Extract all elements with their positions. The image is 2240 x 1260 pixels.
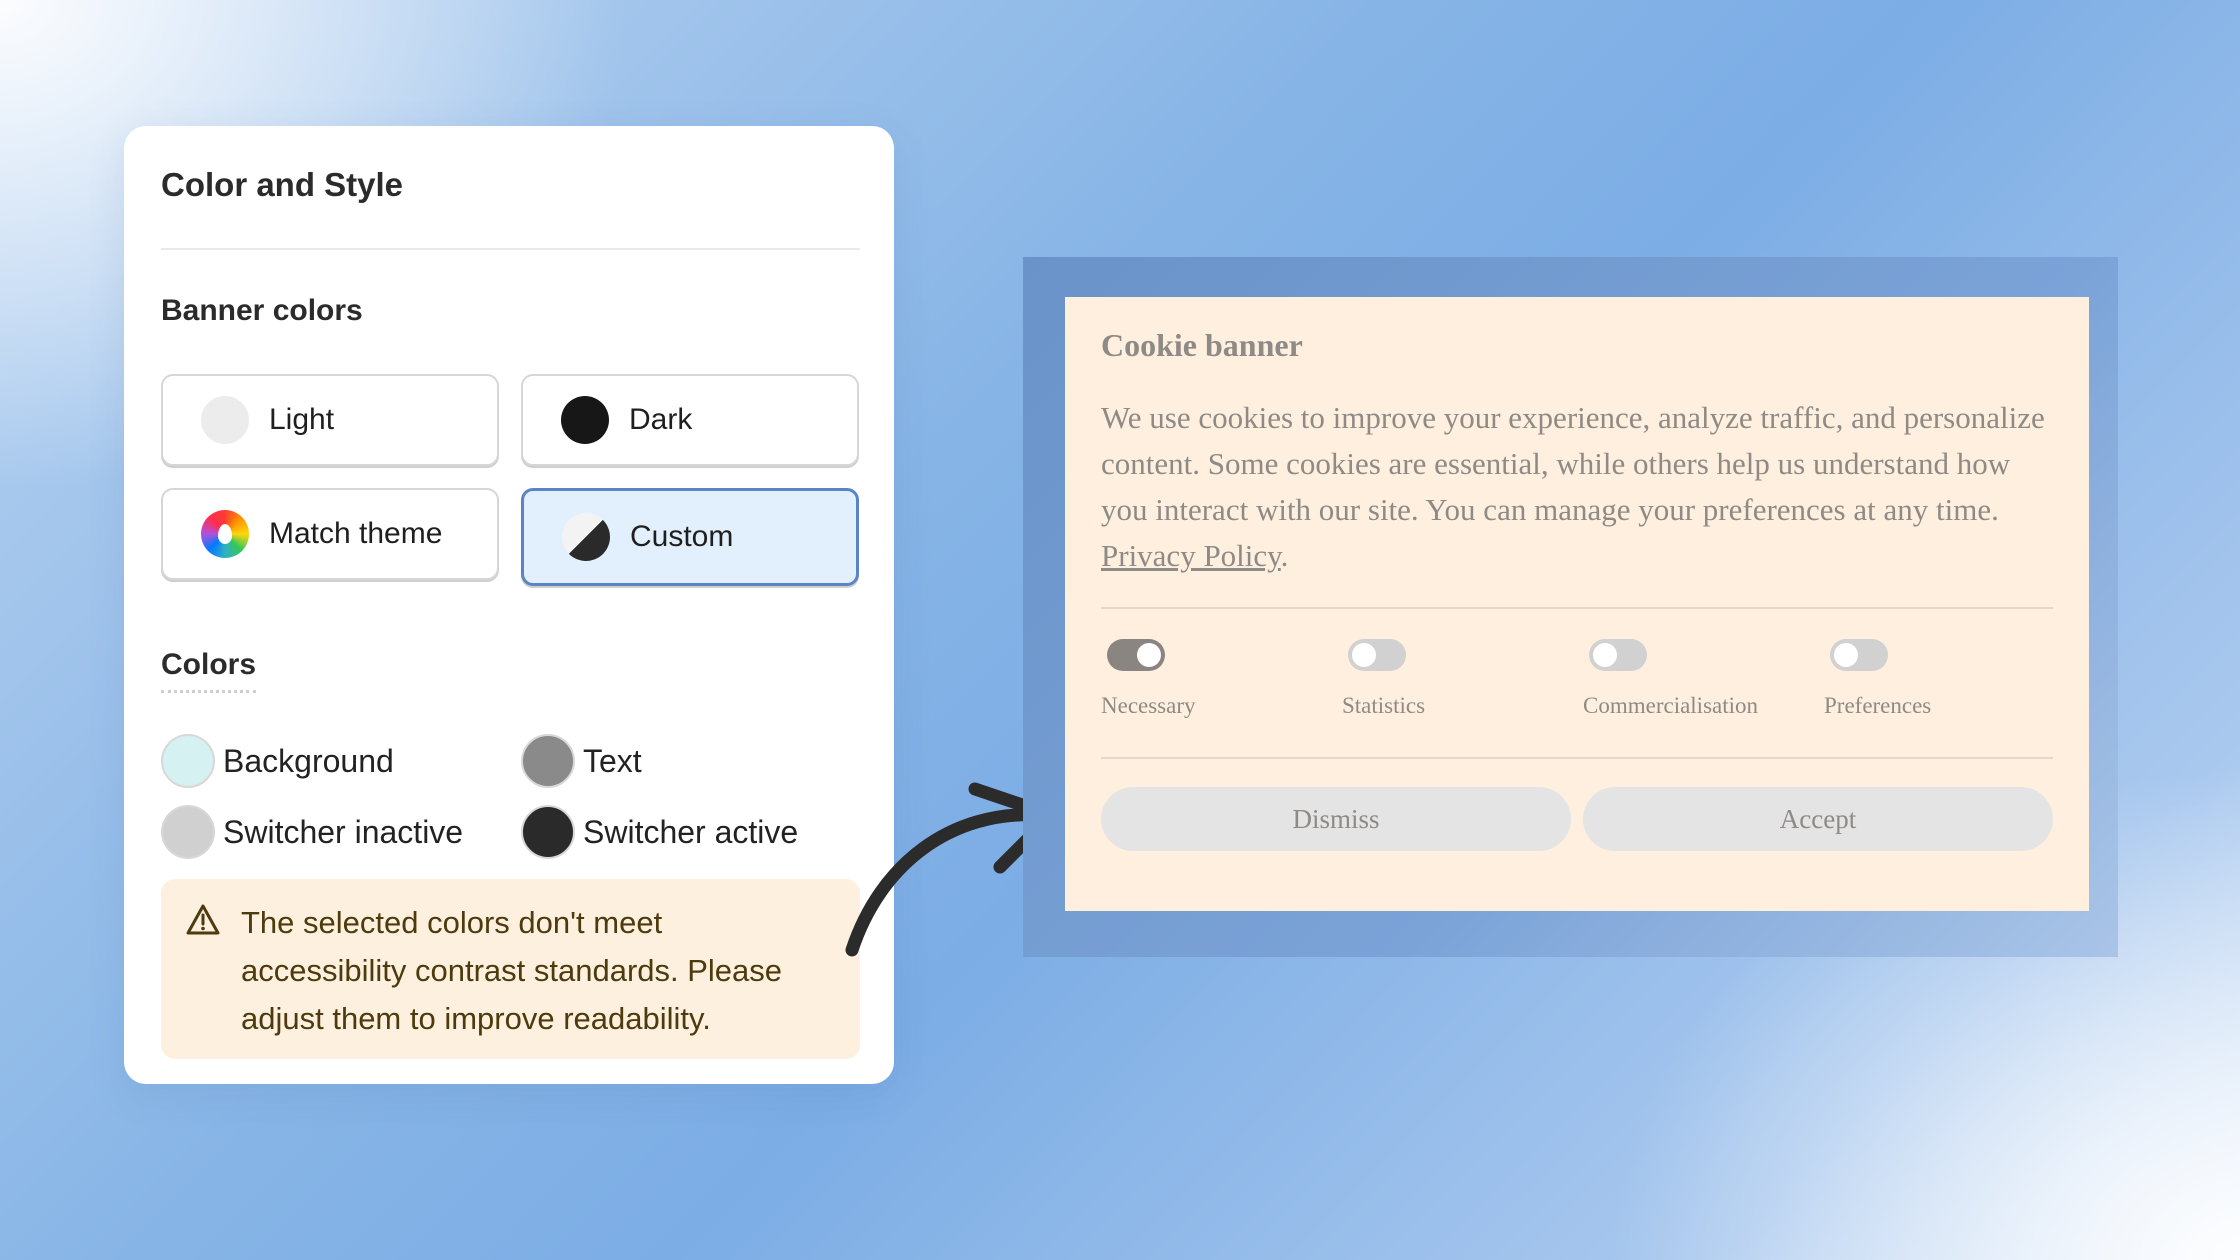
toggle-label-preferences: Preferences (1824, 693, 1932, 718)
banner-colors-title: Banner colors (161, 294, 363, 327)
text-swatch-icon[interactable] (521, 734, 575, 788)
warning-text: The selected colors don't meet accessibi… (241, 905, 783, 1036)
rainbow-swatch-icon (201, 510, 249, 558)
swatch-switcher-active-label: Switcher active (583, 813, 799, 850)
option-custom-label: Custom (630, 520, 734, 553)
toggle-switch-necessary[interactable] (1107, 639, 1165, 671)
option-light[interactable]: Light (161, 374, 499, 466)
toggle-necessary: Necessary (1101, 639, 1331, 719)
toggle-switch-statistics[interactable] (1348, 639, 1406, 671)
banner-title: Cookie banner (1101, 327, 1303, 363)
light-swatch-icon (201, 396, 249, 444)
option-dark[interactable]: Dark (521, 374, 859, 466)
swatch-switcher-active[interactable]: Switcher active (521, 805, 798, 859)
option-match-theme-label: Match theme (269, 517, 443, 550)
panel-title: Color and Style (161, 166, 404, 203)
banner-body-suffix: . (1280, 538, 1289, 573)
cookie-banner: Cookie banner We use cookies to improve … (1065, 297, 2089, 911)
banner-body: We use cookies to improve your experienc… (1101, 395, 2061, 579)
option-light-label: Light (269, 403, 335, 436)
color-style-panel: Color and Style Banner colors Light Dark… (124, 126, 894, 1084)
swatch-text-label: Text (583, 742, 642, 779)
swatch-background[interactable]: Background (161, 734, 394, 788)
background-swatch-icon[interactable] (161, 734, 215, 788)
contrast-warning: The selected colors don't meet accessibi… (161, 879, 860, 1059)
accept-button[interactable]: Accept (1583, 787, 2053, 851)
toggle-label-statistics: Statistics (1342, 693, 1426, 718)
toggle-label-commercialisation: Commercialisation (1583, 693, 1759, 718)
switcher-inactive-swatch-icon[interactable] (161, 805, 215, 859)
swatch-text[interactable]: Text (521, 734, 642, 788)
banner-preview-frame: Cookie banner We use cookies to improve … (1023, 257, 2118, 957)
banner-body-text: We use cookies to improve your experienc… (1101, 400, 2045, 527)
option-custom[interactable]: Custom (521, 488, 859, 586)
swatch-switcher-inactive-label: Switcher inactive (223, 813, 464, 850)
divider (1101, 757, 2053, 759)
swatch-background-label: Background (223, 742, 394, 779)
switcher-active-swatch-icon[interactable] (521, 805, 575, 859)
swatch-switcher-inactive[interactable]: Switcher inactive (161, 805, 463, 859)
toggle-preferences: Preferences (1824, 639, 2054, 719)
toggle-switch-preferences[interactable] (1830, 639, 1888, 671)
custom-swatch-icon (562, 513, 610, 561)
toggle-statistics: Statistics (1342, 639, 1572, 719)
toggle-label-necessary: Necessary (1101, 693, 1196, 718)
dismiss-button[interactable]: Dismiss (1101, 787, 1571, 851)
toggle-commercialisation: Commercialisation (1583, 639, 1813, 719)
option-dark-label: Dark (629, 403, 693, 436)
warning-triangle-icon (186, 904, 220, 935)
divider (1101, 607, 2053, 609)
dark-swatch-icon (561, 396, 609, 444)
divider (161, 248, 860, 250)
privacy-policy-link[interactable]: Privacy Policy (1101, 538, 1281, 573)
option-match-theme[interactable]: Match theme (161, 488, 499, 580)
toggle-switch-commercialisation[interactable] (1589, 639, 1647, 671)
colors-title: Colors (161, 648, 257, 693)
